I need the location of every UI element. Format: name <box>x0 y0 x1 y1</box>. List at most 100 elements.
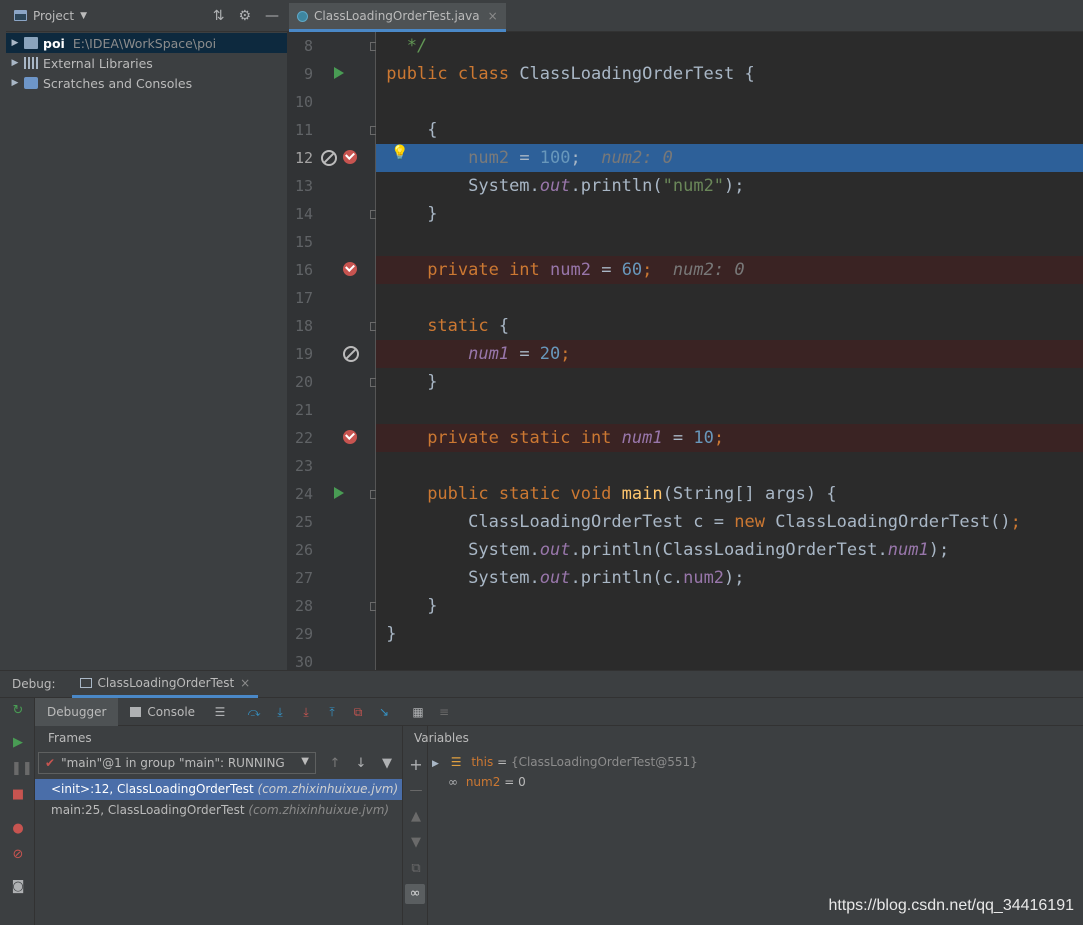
view-breakpoints-icon[interactable]: ● <box>11 822 25 836</box>
thread-select[interactable]: ✔ "main"@1 in group "main": RUNNING ▼ <box>38 752 316 774</box>
force-step-into-icon[interactable]: ⤓ <box>299 705 313 719</box>
scratch-icon <box>24 77 38 89</box>
menu-icon[interactable]: ☰ <box>213 705 227 719</box>
module-folder-icon <box>24 37 38 49</box>
debug-label: Debug: <box>12 677 56 691</box>
code-line: */ <box>406 36 428 56</box>
line-number: 24 <box>294 485 313 503</box>
line-number: 28 <box>294 597 313 615</box>
line-number: 21 <box>294 401 313 419</box>
line-number: 15 <box>294 233 313 251</box>
line-number: 20 <box>294 373 313 391</box>
variables-panel: Variables ▶ ☰ this = {ClassLoadingOrderT… <box>414 726 1083 925</box>
breakpoint-icon[interactable] <box>343 430 357 444</box>
library-icon <box>24 57 38 69</box>
chevron-down-icon: ▼ <box>301 756 309 767</box>
frame-row[interactable]: <init>:12, ClassLoadingOrderTest (com.zh… <box>35 779 402 800</box>
line-number: 12 <box>294 149 313 167</box>
gear-icon[interactable]: ⚙ <box>238 8 251 24</box>
line-number: 16 <box>294 261 313 279</box>
move-up-icon[interactable]: ▲ <box>409 810 423 824</box>
breakpoint-line: private static int num1 = 10; <box>376 424 1083 452</box>
glasses-icon[interactable]: ∞ <box>405 884 425 904</box>
tab-console[interactable]: Console <box>118 698 207 726</box>
line-number: 29 <box>294 625 313 643</box>
filter-icon[interactable]: ▼ <box>380 756 394 771</box>
run-to-cursor-icon[interactable]: ↘ <box>377 705 391 719</box>
tree-item-poi[interactable]: ▶ poi E:\IDEA\WorkSpace\poi <box>6 33 287 53</box>
debug-config-tab[interactable]: ClassLoadingOrderTest × <box>71 671 259 698</box>
code-editor[interactable]: */ public class ClassLoadingOrderTest { … <box>376 32 1083 670</box>
step-into-icon[interactable]: ⤓ <box>273 705 287 719</box>
code-line: System.out.println("num2"); <box>468 176 745 196</box>
frame-row[interactable]: main:25, ClassLoadingOrderTest (com.zhix… <box>35 800 402 821</box>
tab-label: Debugger <box>47 704 107 719</box>
expand-arrow-icon[interactable]: ▶ <box>8 78 22 88</box>
mute-breakpoints-icon[interactable]: ⊘ <box>11 848 25 862</box>
add-watch-icon[interactable]: + <box>409 757 423 773</box>
project-panel: Project ▼ ⇅ ⚙ — ▶ poi E:\IDEA\WorkSpace\… <box>6 0 287 670</box>
stop-icon[interactable]: ■ <box>11 788 25 802</box>
variable-eq: = <box>493 755 511 769</box>
editor-tab-bar: ClassLoadingOrderTest.java × <box>287 0 1083 32</box>
debug-toolbar: Debugger Console ☰ ⤼ ⤓ ⤓ ⤒ ⧉ ↘ ▦ ≡ <box>35 697 1083 726</box>
muted-breakpoint-icon[interactable] <box>321 150 337 166</box>
expand-arrow-icon[interactable]: ▶ <box>8 38 22 48</box>
line-number: 10 <box>294 93 313 111</box>
run-icon[interactable] <box>334 67 344 79</box>
close-icon[interactable]: × <box>240 676 250 690</box>
tree-item-external-libraries[interactable]: ▶ External Libraries <box>6 53 287 73</box>
code-line: System.out.println(c.num2); <box>468 568 745 588</box>
close-icon[interactable]: × <box>488 9 498 23</box>
console-icon <box>130 706 142 717</box>
trace-icon[interactable]: ≡ <box>437 705 451 719</box>
editor-tab[interactable]: ClassLoadingOrderTest.java × <box>289 3 506 32</box>
lightbulb-icon[interactable]: 💡 <box>391 145 408 161</box>
debug-title-bar: Debug: ClassLoadingOrderTest × <box>0 670 1083 698</box>
code-line: ClassLoadingOrderTest c = new ClassLoadi… <box>468 512 1021 532</box>
variable-row[interactable]: ▶ ☰ this = {ClassLoadingOrderTest@551} <box>432 752 698 772</box>
evaluate-expression-icon[interactable]: ▦ <box>411 705 425 719</box>
arrow-down-icon[interactable]: ↓ <box>354 756 368 771</box>
move-down-icon[interactable]: ▼ <box>409 836 423 850</box>
frame-method: main:25, ClassLoadingOrderTest <box>51 803 245 817</box>
arrow-up-icon[interactable]: ↑ <box>328 756 342 771</box>
expand-arrow-icon[interactable]: ▶ <box>432 759 439 769</box>
run-icon[interactable] <box>334 487 344 499</box>
watch-glasses-icon: ∞ <box>448 775 458 789</box>
camera-icon[interactable]: ◙ <box>11 880 25 894</box>
tree-item-path: E:\IDEA\WorkSpace\poi <box>72 35 217 51</box>
step-over-icon[interactable]: ⤼ <box>247 705 261 719</box>
watermark: https://blog.csdn.net/qq_34416191 <box>828 897 1074 914</box>
remove-watch-icon[interactable]: — <box>409 784 423 798</box>
rerun-icon[interactable]: ↻ <box>11 704 25 718</box>
muted-breakpoint-icon[interactable] <box>343 346 359 362</box>
frame-method: <init>:12, ClassLoadingOrderTest <box>51 782 254 796</box>
project-panel-header: Project ▼ ⇅ ⚙ — <box>6 0 287 32</box>
breakpoint-icon[interactable] <box>343 150 357 164</box>
breakpoint-icon[interactable] <box>343 262 357 276</box>
drop-frame-icon[interactable]: ⧉ <box>351 705 365 719</box>
minimize-icon[interactable]: — <box>265 8 279 24</box>
variables-header: Variables <box>414 731 469 745</box>
copy-icon[interactable]: ⧉ <box>409 862 423 876</box>
frames-header: Frames <box>48 731 92 745</box>
variable-row[interactable]: ∞ num2 = 0 <box>448 772 526 792</box>
pause-icon[interactable]: ❚❚ <box>11 762 33 776</box>
resume-icon[interactable]: ▶ <box>11 736 25 750</box>
frame-package: (com.zhixinhuixue.jvm) <box>248 803 390 817</box>
expand-arrow-icon[interactable]: ▶ <box>8 58 22 68</box>
field-icon: ☰ <box>450 755 462 769</box>
variable-name: this <box>471 755 494 769</box>
project-title[interactable]: Project <box>33 9 74 23</box>
tree-item-scratches[interactable]: ▶ Scratches and Consoles <box>6 73 287 93</box>
tab-debugger[interactable]: Debugger <box>35 697 119 726</box>
step-out-icon[interactable]: ⤒ <box>325 705 339 719</box>
chevron-down-icon[interactable]: ▼ <box>80 11 87 21</box>
line-number: 27 <box>294 569 313 587</box>
code-line: public class ClassLoadingOrderTest { <box>386 64 755 84</box>
collapse-all-icon[interactable]: ⇅ <box>213 8 225 24</box>
debug-config-label: ClassLoadingOrderTest <box>97 676 235 690</box>
editor-gutter[interactable]: 8 9 10 11 12 13 14 15 16 17 18 19 20 21 … <box>287 32 379 671</box>
current-execution-line: num2 = 100; num2: 0 <box>376 144 1083 172</box>
